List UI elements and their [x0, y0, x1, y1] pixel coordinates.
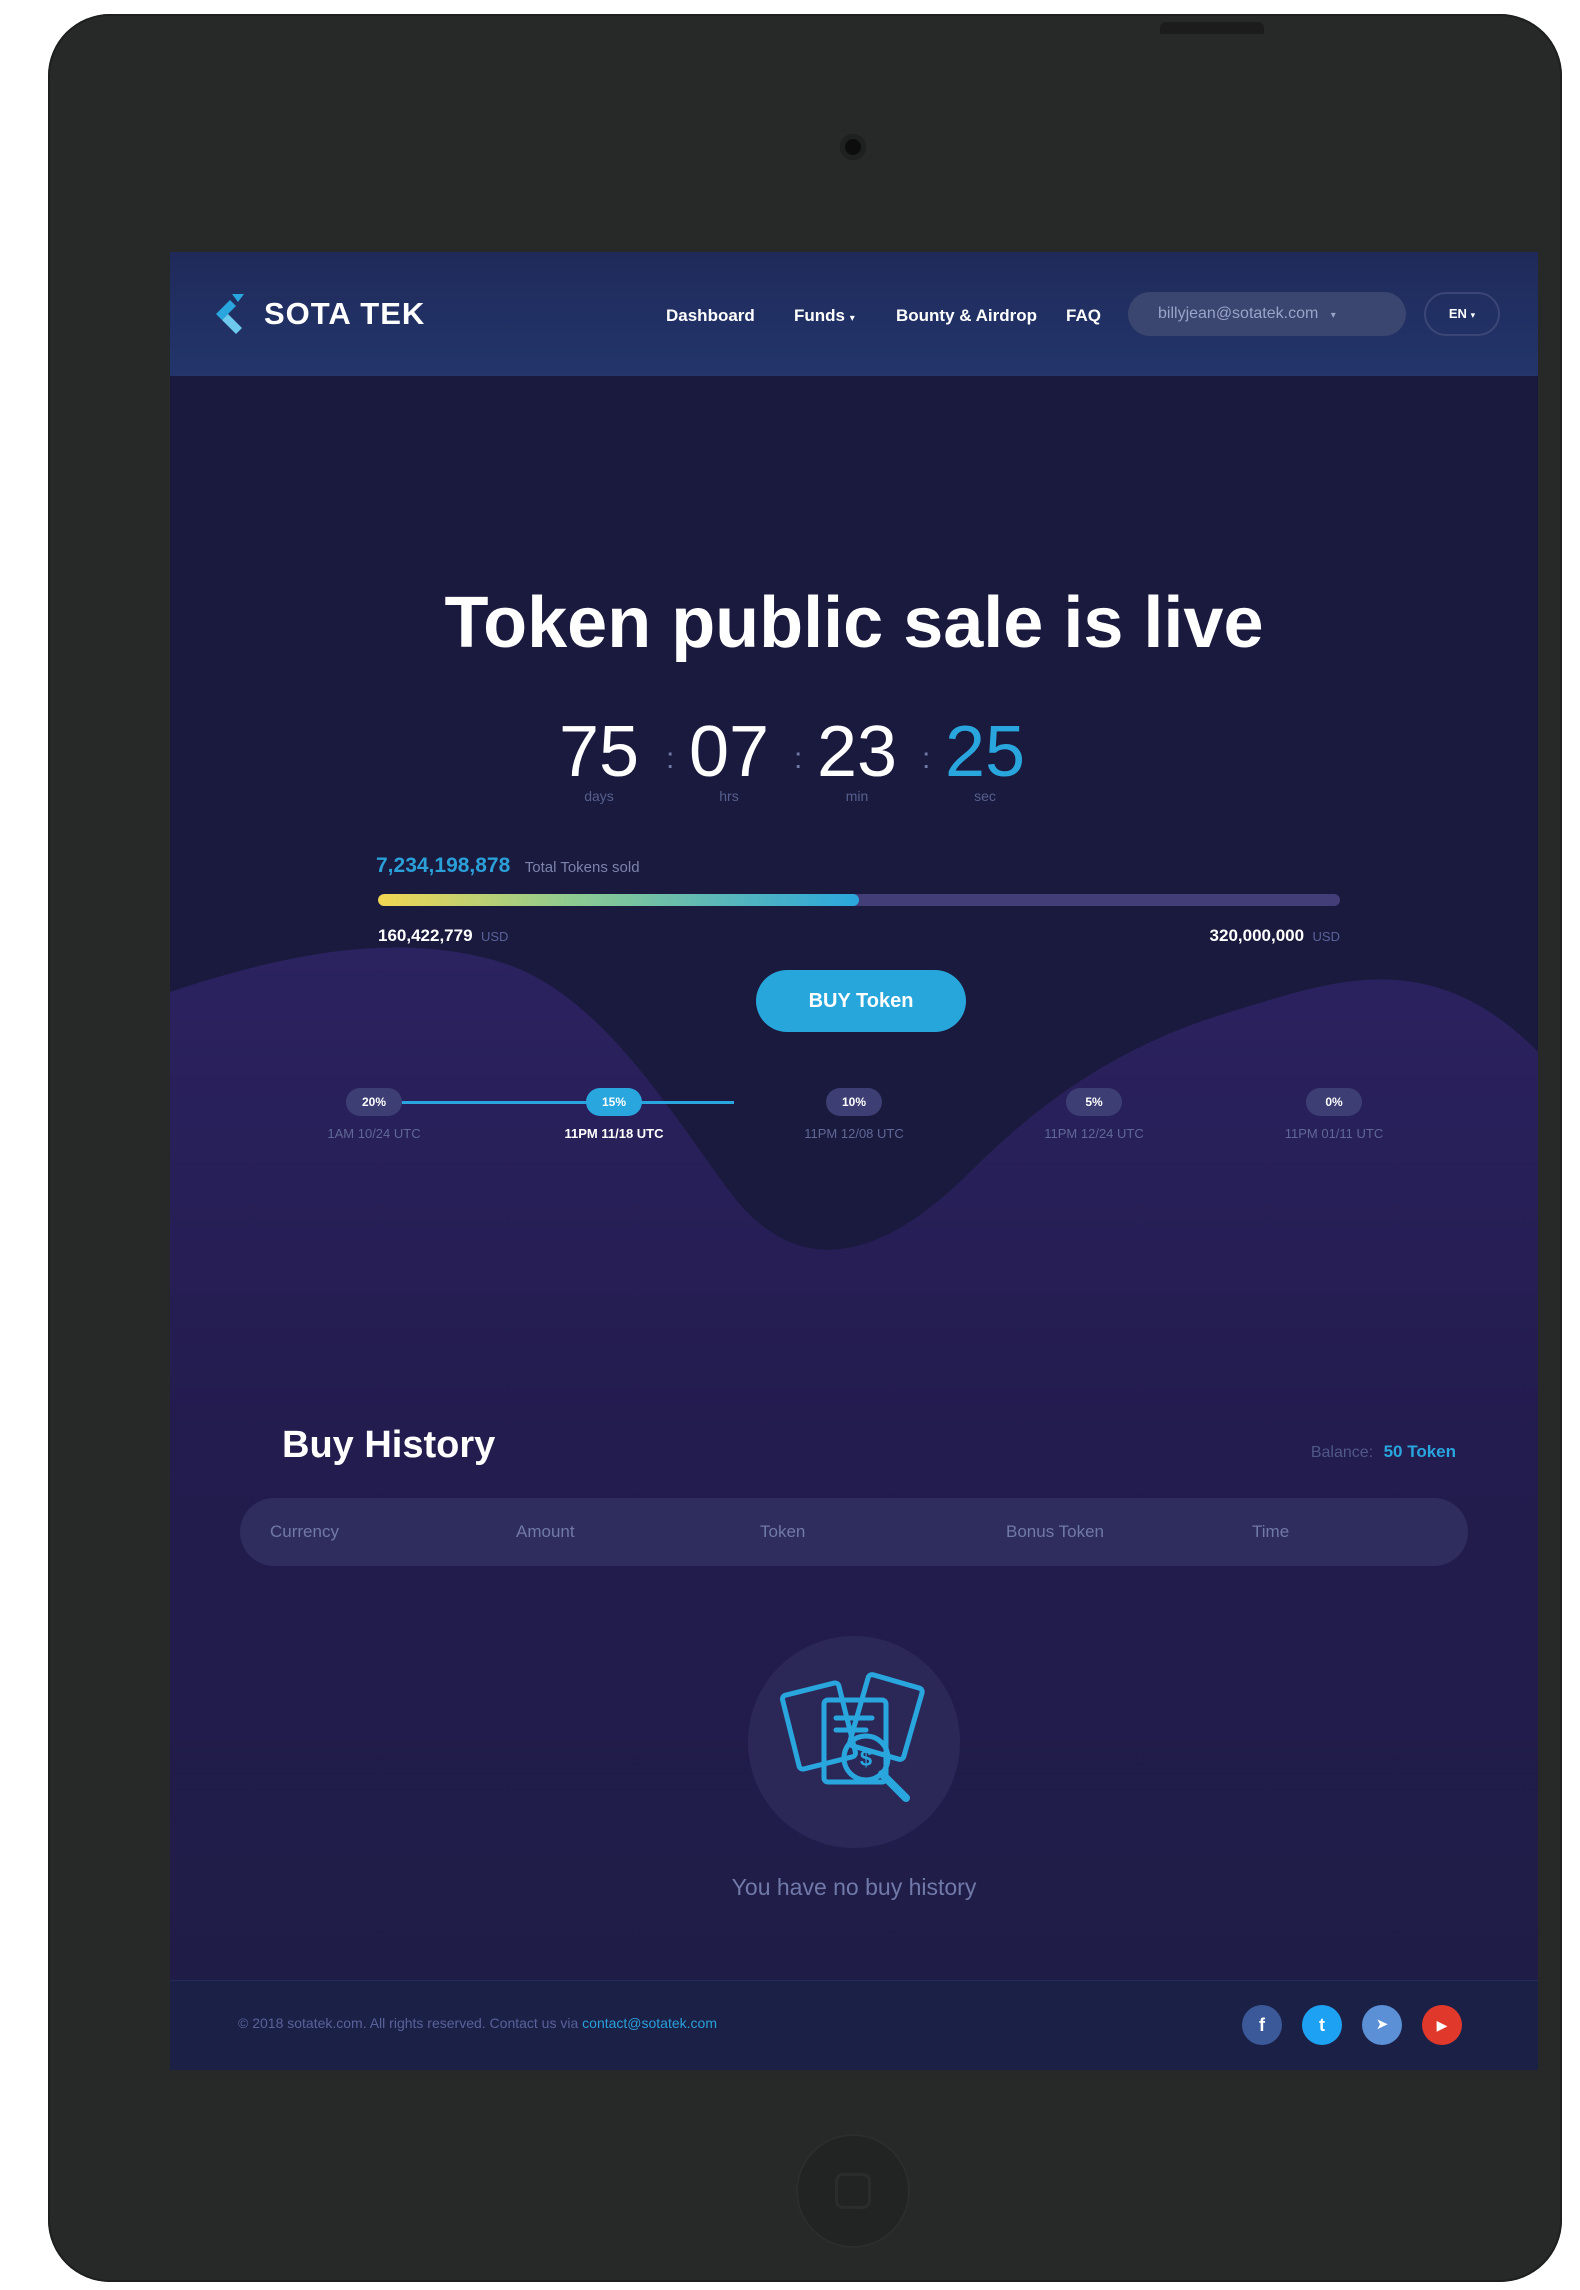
goal-amount-value: 320,000,000 [1209, 926, 1305, 945]
app-screen: SOTA TEK Dashboard Funds ▾ Bounty & Aird… [170, 252, 1538, 2070]
timeline-date: 11PM 12/08 UTC [804, 1126, 904, 1141]
raised-amount-value: 160,422,779 [378, 926, 473, 945]
goal-amount-currency: USD [1312, 929, 1340, 944]
telegram-icon[interactable]: ➤ [1362, 2005, 1402, 2045]
timeline-bonus-badge: 20% [346, 1088, 402, 1116]
column-header-amount[interactable]: Amount [516, 1522, 575, 1542]
timeline-bonus-badge: 10% [826, 1088, 882, 1116]
token-balance: Balance: 50 Token [1311, 1442, 1456, 1462]
balance-value: 50 Token [1383, 1442, 1456, 1461]
home-button[interactable] [796, 2134, 910, 2248]
hero-title: Token public sale is live [444, 583, 1264, 663]
balance-label: Balance: [1310, 1444, 1374, 1461]
nav-bounty-airdrop[interactable]: Bounty & Airdrop [896, 306, 1037, 326]
countdown-seconds-value: 25 [944, 712, 1026, 792]
raised-amount-currency: USD [481, 929, 509, 944]
countdown-minutes-value: 23 [816, 712, 898, 792]
timeline-date: 11PM 12/24 UTC [1044, 1126, 1144, 1141]
youtube-icon[interactable]: ▶ [1422, 2005, 1462, 2045]
tablet-frame: SOTA TEK Dashboard Funds ▾ Bounty & Aird… [48, 14, 1562, 2282]
empty-state-message: You have no buy history [731, 1874, 977, 1900]
nav-funds-label: Funds [794, 306, 845, 325]
power-button [1160, 22, 1264, 34]
document-search-icon: $ [780, 1672, 925, 1802]
facebook-icon[interactable]: f [1242, 2005, 1282, 2045]
brand-name: SOTA TEK [264, 296, 426, 331]
chevron-down-icon: ▾ [1330, 310, 1336, 321]
twitter-icon[interactable]: t [1302, 2005, 1342, 2045]
timeline-bonus-badge: 5% [1066, 1088, 1122, 1116]
chevron-down-icon: ▾ [1470, 310, 1476, 320]
account-email: billyjean@sotatek.com [1158, 305, 1319, 322]
raised-amount: 160,422,779 USD [378, 926, 508, 946]
contact-email-link[interactable]: contact@sotatek.com [582, 2015, 717, 2031]
column-header-currency[interactable]: Currency [270, 1522, 339, 1542]
sotatek-logo-icon [216, 294, 244, 334]
column-header-bonus-token[interactable]: Bonus Token [1006, 1522, 1104, 1542]
tokens-sold: 7,234,198,878 Total Tokens sold [376, 854, 640, 878]
account-dropdown[interactable]: billyjean@sotatek.com ▾ [1128, 292, 1406, 336]
goal-amount: 320,000,000 USD [1210, 926, 1340, 946]
timeline-date: 11PM 01/11 UTC [1284, 1126, 1384, 1141]
nav-faq[interactable]: FAQ [1066, 306, 1101, 326]
countdown-seconds: 25 sec [930, 712, 1040, 804]
buy-history-table-header: Currency Amount Token Bonus Token Time [240, 1498, 1468, 1566]
tokens-sold-value: 7,234,198,878 [376, 854, 511, 877]
empty-state-badge: $ [748, 1636, 960, 1848]
copyright-label: © 2018 sotatek.com. All rights reserved.… [238, 2015, 579, 2031]
language-code: EN [1448, 306, 1467, 321]
svg-text:$: $ [860, 1746, 872, 1771]
brand-logo[interactable]: SOTA TEK [210, 288, 425, 340]
timeline-bonus-badge: 0% [1306, 1088, 1362, 1116]
tokens-sold-label: Total Tokens sold [524, 859, 640, 876]
chevron-down-icon: ▾ [849, 313, 855, 324]
buy-history-title: Buy History [282, 1424, 496, 1466]
timeline-bonus-badge-active: 15% [586, 1088, 642, 1116]
page-footer: © 2018 sotatek.com. All rights reserved.… [170, 1980, 1538, 2070]
countdown-hours: 07 hrs [674, 712, 784, 804]
sale-progress-fill [378, 894, 859, 906]
nav-dashboard[interactable]: Dashboard [666, 306, 755, 326]
language-selector[interactable]: EN ▾ [1424, 292, 1500, 336]
home-button-icon [835, 2173, 871, 2209]
countdown-days: 75 days [544, 712, 654, 804]
column-header-token[interactable]: Token [760, 1522, 805, 1542]
timeline-progress-line [380, 1101, 734, 1104]
buy-token-button[interactable]: BUY Token [756, 970, 966, 1032]
camera-icon [840, 134, 866, 160]
top-navbar: SOTA TEK Dashboard Funds ▾ Bounty & Aird… [170, 252, 1538, 376]
countdown-hours-value: 07 [688, 712, 770, 792]
countdown-minutes: 23 min [802, 712, 912, 804]
countdown-days-value: 75 [558, 712, 640, 792]
column-header-time[interactable]: Time [1252, 1522, 1289, 1542]
nav-funds[interactable]: Funds ▾ [794, 306, 855, 326]
timeline-date-active: 11PM 11/18 UTC [564, 1126, 664, 1141]
timeline-date: 1AM 10/24 UTC [327, 1126, 421, 1141]
copyright-text: © 2018 sotatek.com. All rights reserved.… [238, 2015, 717, 2031]
sale-progress-bar [378, 894, 1340, 906]
